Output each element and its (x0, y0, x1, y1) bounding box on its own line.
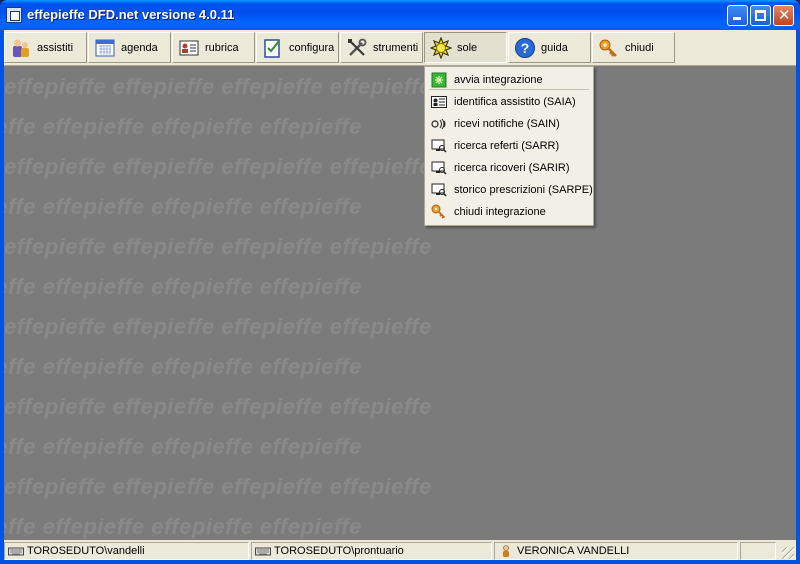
toolbar-label: strumenti (373, 41, 419, 54)
menu-item-identifica-assistito[interactable]: identifica assistito (SAIA) (427, 91, 591, 113)
main-toolbar: assistiti agenda rubrica configura strum… (4, 30, 796, 66)
toolbar-button-assistiti[interactable]: assistiti (4, 32, 87, 63)
maximize-button[interactable] (750, 5, 771, 26)
sun-icon (430, 36, 452, 59)
status-operator-text: VERONICA VANDELLI (517, 545, 630, 557)
toolbar-label: sole (457, 41, 478, 54)
minimize-button[interactable] (727, 5, 748, 26)
status-panel-user: TOROSEDUTO\vandelli (4, 542, 249, 560)
status-database-text: TOROSEDUTO\prontuario (274, 545, 404, 557)
toolbar-label: chiudi (625, 41, 654, 54)
signal-icon (431, 118, 446, 130)
menu-item-label: ricevi notifiche (SAIN) (454, 118, 560, 130)
maximize-icon (755, 10, 766, 21)
patient-icon (13, 39, 29, 57)
menu-separator (429, 89, 589, 90)
resize-grip[interactable] (782, 547, 794, 559)
address-card-icon (179, 40, 199, 55)
menu-item-label: avvia integrazione (454, 74, 543, 86)
toolbar-button-rubrica[interactable]: rubrica (172, 32, 255, 63)
menu-item-ricerca-referti[interactable]: ricerca referti (SARR) (427, 135, 591, 157)
title-bar[interactable]: effepieffe DFD.net versione 4.0.11 ✕ (0, 0, 800, 30)
toolbar-button-strumenti[interactable]: strumenti (340, 32, 423, 63)
menu-item-ricerca-ricoveri[interactable]: ricerca ricoveri (SARIR) (427, 157, 591, 179)
mdi-client-area[interactable]: effepieffe effepieffe effepieffe effepie… (4, 66, 796, 540)
key-icon (599, 39, 617, 57)
watermark-row: effepieffe effepieffe effepieffe effepie… (4, 354, 362, 379)
watermark-row: effepieffe effepieffe effepieffe effepie… (4, 234, 432, 259)
sole-dropdown-menu: avvia integrazione identifica assistito … (424, 66, 594, 226)
watermark-row: effepieffe effepieffe effepieffe effepie… (4, 514, 362, 539)
id-card-icon (431, 96, 447, 108)
toolbar-label: guida (541, 41, 568, 54)
status-panel-empty (740, 542, 776, 560)
minimize-icon (733, 17, 741, 20)
window-title: effepieffe DFD.net versione 4.0.11 (27, 7, 235, 22)
toolbar-button-chiudi[interactable]: chiudi (592, 32, 675, 63)
keyboard-icon (255, 547, 271, 556)
status-panel-operator: VERONICA VANDELLI (494, 542, 738, 560)
watermark-row: effepieffe effepieffe effepieffe effepie… (4, 434, 362, 459)
status-panel-database: TOROSEDUTO\prontuario (251, 542, 492, 560)
monitor-search-icon (431, 183, 447, 197)
toolbar-label: agenda (121, 41, 158, 54)
watermark-row: effepieffe effepieffe effepieffe effepie… (4, 154, 432, 179)
menu-item-label: chiudi integrazione (454, 206, 546, 218)
menu-item-chiudi-integrazione[interactable]: chiudi integrazione (427, 201, 591, 223)
calendar-icon (95, 39, 115, 56)
app-icon[interactable] (6, 7, 22, 23)
menu-item-avvia-integrazione[interactable]: avvia integrazione (427, 69, 591, 91)
watermark-row: effepieffe effepieffe effepieffe effepie… (4, 194, 362, 219)
menu-item-label: ricerca ricoveri (SARIR) (454, 162, 570, 174)
menu-item-ricevi-notifiche[interactable]: ricevi notifiche (SAIN) (427, 113, 591, 135)
menu-item-storico-prescrizioni[interactable]: storico prescrizioni (SARPE) (427, 179, 593, 201)
watermark-row: effepieffe effepieffe effepieffe effepie… (4, 394, 432, 419)
menu-item-label: identifica assistito (SAIA) (454, 96, 576, 108)
status-bar: TOROSEDUTO\vandelli TOROSEDUTO\prontuari… (4, 540, 796, 560)
menu-item-label: storico prescrizioni (SARPE) (454, 184, 593, 196)
menu-item-label: ricerca referti (SARR) (454, 140, 560, 152)
toolbar-button-sole[interactable]: sole (424, 32, 507, 63)
toolbar-button-configura[interactable]: configura (256, 32, 339, 63)
user-icon (503, 545, 509, 557)
toolbar-button-agenda[interactable]: agenda (88, 32, 171, 63)
toolbar-button-guida[interactable]: ? guida (508, 32, 591, 63)
monitor-search-icon (431, 139, 447, 153)
watermark-row: effepieffe effepieffe effepieffe effepie… (4, 114, 362, 139)
key-icon (431, 204, 446, 219)
app-window: effepieffe DFD.net versione 4.0.11 ✕ ass… (0, 0, 800, 564)
start-icon (431, 72, 447, 88)
help-icon: ? (515, 37, 535, 58)
watermark-row: effepieffe effepieffe effepieffe effepie… (4, 314, 432, 339)
watermark-row: effepieffe effepieffe effepieffe effepie… (4, 474, 432, 499)
tools-icon (348, 38, 367, 56)
checklist-icon (264, 38, 280, 58)
keyboard-icon (8, 547, 24, 556)
svg-text:?: ? (521, 40, 530, 56)
status-user-text: TOROSEDUTO\vandelli (27, 545, 145, 557)
toolbar-label: rubrica (205, 41, 239, 54)
monitor-search-icon (431, 161, 447, 175)
watermark-row: effepieffe effepieffe effepieffe effepie… (4, 74, 432, 99)
watermark-row: effepieffe effepieffe effepieffe effepie… (4, 274, 362, 299)
close-button[interactable]: ✕ (773, 5, 794, 26)
close-icon: ✕ (778, 7, 791, 24)
toolbar-label: configura (289, 41, 335, 54)
toolbar-label: assistiti (37, 41, 74, 54)
